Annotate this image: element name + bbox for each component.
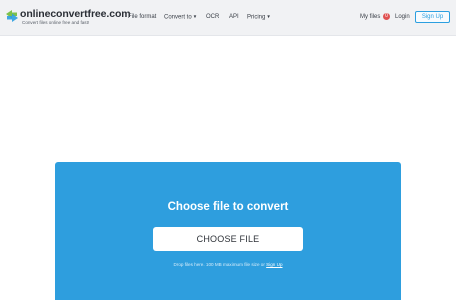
nav-file-format-label: File format (128, 14, 157, 20)
chevron-down-icon: ▼ (192, 14, 198, 19)
nav-convert-to[interactable]: Convert to▼ (164, 13, 197, 22)
upload-drop-zone[interactable]: Choose file to convert CHOOSE FILE Drop … (55, 162, 401, 300)
chevron-down-icon: ▼ (266, 14, 271, 19)
nav-pricing-label: Pricing (247, 14, 266, 21)
my-files-link[interactable]: My files 0 (360, 13, 391, 21)
top-navbar: onlineconvertfree.com Convert files onli… (0, 0, 456, 36)
convert-arrows-icon[interactable] (5, 9, 19, 23)
nav-ocr[interactable]: OCR (206, 13, 219, 21)
nav-api-label: API (229, 14, 239, 20)
upload-note: Drop files here. 100 MB maximum file siz… (55, 262, 401, 268)
upload-signup-link[interactable]: Sign Up (266, 262, 282, 267)
nav-file-format[interactable]: File format (128, 13, 156, 21)
login-label: Login (395, 14, 410, 20)
my-files-label: My files (360, 14, 381, 21)
logo-wordmark[interactable]: onlineconvertfree.com (20, 8, 131, 20)
nav-ocr-label: OCR (206, 14, 220, 20)
signup-button[interactable]: Sign Up (415, 11, 450, 23)
upload-note-text: Drop files here. 100 MB maximum file siz… (173, 262, 265, 267)
nav-pricing[interactable]: Pricing▼ (247, 13, 271, 22)
upload-title: Choose file to convert (167, 201, 289, 213)
nav-convert-to-label: Convert to (164, 14, 192, 21)
my-files-count-badge: 0 (383, 13, 391, 20)
login-link[interactable]: Login (395, 13, 410, 21)
nav-api[interactable]: API (229, 13, 239, 21)
logo-tagline: Convert files online free and fast! (22, 20, 90, 25)
choose-file-button[interactable]: CHOOSE FILE (153, 227, 303, 251)
